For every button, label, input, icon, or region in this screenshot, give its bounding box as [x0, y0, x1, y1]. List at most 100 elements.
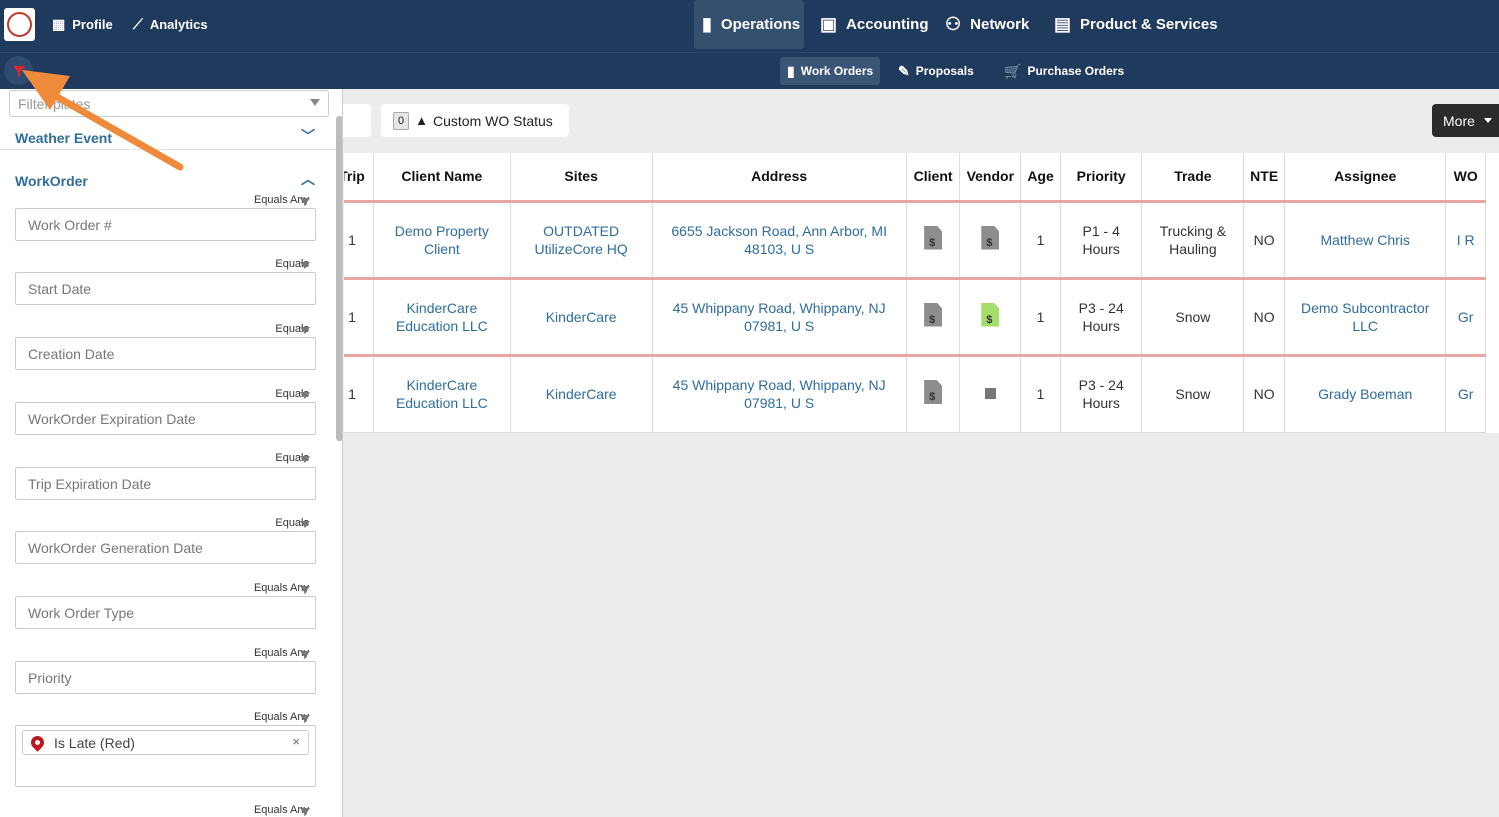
wo-generation-date-field[interactable]: WorkOrder Generation Date	[15, 531, 316, 564]
work-orders-table: Trip Client Name Sites Address Client Ve…	[344, 153, 1499, 433]
invoice-doc-icon[interactable]	[981, 225, 1000, 250]
chevron-down-icon[interactable]: ﹀	[301, 126, 315, 146]
chevron-down-icon[interactable]	[300, 651, 310, 658]
assignee-link[interactable]: Demo Subcontractor LLC	[1284, 278, 1447, 357]
client-name-link[interactable]: KinderCare Education LLC	[373, 355, 511, 433]
chevron-down-icon[interactable]	[300, 715, 310, 722]
invoice-doc-green-icon[interactable]	[981, 302, 1000, 327]
subnav-purchase-orders[interactable]: 🛒 Purchase Orders	[997, 57, 1131, 85]
nav-accounting[interactable]: ▣ Accounting	[820, 0, 929, 49]
stop-square-icon[interactable]	[984, 388, 996, 399]
table-row[interactable]: 1 KinderCare Education LLC KinderCare 45…	[344, 355, 1486, 433]
chevron-down-icon[interactable]	[300, 808, 310, 815]
nav-product-services[interactable]: ▤ Product & Services	[1054, 0, 1218, 49]
col-client-name[interactable]: Client Name	[373, 153, 511, 203]
client-invoice-cell	[906, 201, 961, 280]
money-check-icon: ▣	[820, 14, 838, 34]
trade-cell: Snow	[1141, 278, 1245, 357]
remove-tag-icon[interactable]: ×	[292, 734, 300, 749]
chevron-down-icon[interactable]	[300, 456, 310, 463]
nav-operations[interactable]: ▮ Operations	[694, 0, 804, 49]
col-trip[interactable]: Trip	[344, 153, 374, 203]
table-row[interactable]: 1 KinderCare Education LLC KinderCare 45…	[344, 278, 1486, 357]
age-cell: 1	[1020, 278, 1061, 357]
assignee-link[interactable]: Matthew Chris	[1284, 201, 1447, 280]
trade-cell: Snow	[1141, 355, 1245, 433]
col-vendor[interactable]: Vendor	[959, 153, 1022, 203]
caret-down-icon	[1483, 118, 1492, 123]
site-link[interactable]: KinderCare	[510, 278, 653, 357]
divider	[0, 149, 336, 150]
chevron-down-icon[interactable]	[300, 392, 310, 399]
site-link[interactable]: KinderCare	[510, 355, 653, 433]
work-order-number-field[interactable]: Work Order #	[15, 208, 316, 241]
wo-cell[interactable]: Gr	[1445, 355, 1486, 433]
chevron-down-icon[interactable]	[300, 327, 310, 334]
trip-cell: 1	[344, 355, 374, 433]
subnav-work-orders[interactable]: ▮ Work Orders	[780, 57, 881, 85]
chevron-down-icon[interactable]	[300, 521, 310, 528]
priority-cell: P3 - 24 Hours	[1060, 278, 1143, 357]
table-header-row: Trip Client Name Sites Address Client Ve…	[344, 153, 1486, 203]
nte-cell: NO	[1243, 355, 1286, 433]
col-client[interactable]: Client	[906, 153, 961, 203]
filter-templates-select[interactable]: Filter plates	[9, 90, 329, 117]
warning-icon: ▲	[415, 113, 428, 128]
subnav-proposals[interactable]: ✎ Proposals	[891, 57, 981, 85]
wo-cell[interactable]: I R	[1445, 201, 1486, 280]
invoice-doc-icon[interactable]	[924, 302, 943, 327]
age-cell: 1	[1020, 201, 1061, 280]
building-icon: ▦	[52, 16, 66, 32]
clipboard-icon: ▮	[787, 62, 795, 79]
priority-field[interactable]: Priority	[15, 661, 316, 694]
age-cell: 1	[1020, 355, 1061, 433]
address-link[interactable]: 45 Whippany Road, Whippany, NJ 07981, U …	[652, 278, 907, 357]
nav-profile[interactable]: ▦ Profile	[52, 0, 113, 49]
col-wo[interactable]: WO	[1445, 153, 1486, 203]
chevron-down-icon[interactable]	[300, 586, 310, 593]
site-link[interactable]: OUTDATED UtilizeCore HQ	[510, 201, 653, 280]
address-link[interactable]: 6655 Jackson Road, Ann Arbor, MI 48103, …	[652, 201, 907, 280]
priority-cell: P3 - 24 Hours	[1060, 355, 1143, 433]
chevron-down-icon[interactable]	[300, 198, 310, 205]
workorder-section[interactable]: WorkOrder	[15, 173, 88, 189]
trip-expiration-date-field[interactable]: Trip Expiration Date	[15, 467, 316, 500]
invoice-doc-icon[interactable]	[924, 225, 943, 250]
toolbar-pill-partial[interactable]	[343, 104, 371, 137]
col-age[interactable]: Age	[1020, 153, 1061, 203]
wo-expiration-date-field[interactable]: WorkOrder Expiration Date	[15, 402, 316, 435]
vendor-invoice-cell	[959, 201, 1022, 280]
count-badge: 0	[393, 111, 410, 130]
sidebar-scrollbar[interactable]	[336, 116, 342, 441]
nav-analytics[interactable]: ⟋ Analytics	[133, 0, 208, 49]
status-flag-field[interactable]: Is Late (Red) ×	[15, 725, 316, 787]
nav-network[interactable]: ⚇ Network	[945, 0, 1029, 49]
col-address[interactable]: Address	[652, 153, 907, 203]
filter-toggle-button[interactable]	[4, 56, 33, 85]
custom-wo-status-button[interactable]: 0 ▲ Custom WO Status	[381, 104, 569, 137]
address-link[interactable]: 45 Whippany Road, Whippany, NJ 07981, U …	[652, 355, 907, 433]
col-sites[interactable]: Sites	[510, 153, 653, 203]
col-nte[interactable]: NTE	[1243, 153, 1286, 203]
col-priority[interactable]: Priority	[1060, 153, 1143, 203]
col-assignee[interactable]: Assignee	[1284, 153, 1447, 203]
client-name-link[interactable]: KinderCare Education LLC	[373, 278, 511, 357]
company-logo[interactable]	[4, 8, 35, 41]
creation-date-field[interactable]: Creation Date	[15, 337, 316, 370]
col-trade[interactable]: Trade	[1141, 153, 1245, 203]
chevron-down-icon[interactable]	[300, 262, 310, 269]
invoice-doc-icon[interactable]	[924, 380, 943, 404]
more-button[interactable]: More	[1432, 104, 1499, 137]
chevron-down-icon	[310, 99, 320, 106]
start-date-field[interactable]: Start Date	[15, 272, 316, 305]
assignee-link[interactable]: Grady Boeman	[1284, 355, 1447, 433]
sub-navbar: ▮ Work Orders ✎ Proposals 🛒 Purchase Ord…	[0, 52, 1499, 89]
chevron-up-icon[interactable]: ︿	[301, 169, 315, 189]
work-order-type-field[interactable]: Work Order Type	[15, 596, 316, 629]
client-name-link[interactable]: Demo Property Client	[373, 201, 511, 280]
client-invoice-cell	[906, 355, 961, 433]
wo-cell[interactable]: Gr	[1445, 278, 1486, 357]
weather-event-section[interactable]: Weather Event	[15, 130, 112, 146]
filter-icon	[12, 65, 25, 77]
table-row[interactable]: 1 Demo Property Client OUTDATED UtilizeC…	[344, 201, 1486, 280]
